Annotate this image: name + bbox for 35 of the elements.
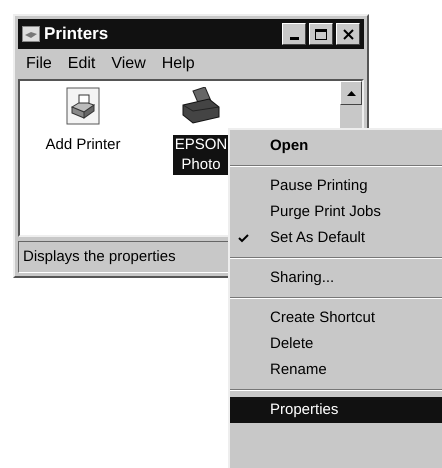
checkmark-icon (238, 234, 249, 242)
menu-item[interactable]: Rename (230, 357, 442, 383)
menu-item[interactable]: Open (230, 133, 442, 159)
minimize-icon (290, 37, 298, 40)
menu-item-label: Open (270, 136, 308, 156)
menu-item-label: Properties (270, 400, 338, 420)
menu-item-label: Set As Default (270, 228, 366, 248)
close-icon (342, 28, 354, 40)
menu-item[interactable]: Sharing... (230, 265, 442, 291)
close-button[interactable] (336, 23, 360, 45)
menu-item[interactable]: Pause Printing (230, 173, 442, 199)
up-arrow-icon (346, 90, 356, 96)
icon-label[interactable]: Add Printer (43, 135, 123, 155)
menu-item-label: Sharing... (270, 268, 334, 288)
minimize-button[interactable] (282, 23, 306, 45)
maximize-button[interactable] (309, 23, 333, 45)
menu-item[interactable]: File (26, 52, 52, 76)
menu-item[interactable]: Purge Print Jobs (230, 199, 442, 225)
menu-item[interactable]: View (111, 52, 146, 76)
menu-item[interactable]: Delete (230, 331, 442, 357)
menu-item-label: Delete (270, 334, 314, 354)
menu-item[interactable]: Properties (230, 397, 442, 423)
menu-item[interactable]: Set As Default (230, 225, 442, 251)
maximize-icon (315, 28, 327, 40)
status-text: Displays the properties (23, 246, 176, 267)
scroll-up-button[interactable] (340, 81, 362, 105)
menu-item-label: Rename (270, 360, 327, 380)
menu-item[interactable]: Help (162, 52, 195, 76)
menu-item-label: Create Shortcut (270, 308, 376, 328)
menu-item-label: Pause Printing (270, 176, 368, 196)
menu-item[interactable]: Create Shortcut (230, 305, 442, 331)
menu-item[interactable]: Edit (68, 52, 96, 76)
window-title: Printers (44, 23, 110, 46)
icon-label[interactable]: EPSON Photo (172, 135, 230, 175)
menu-item-label: Purge Print Jobs (270, 202, 381, 222)
